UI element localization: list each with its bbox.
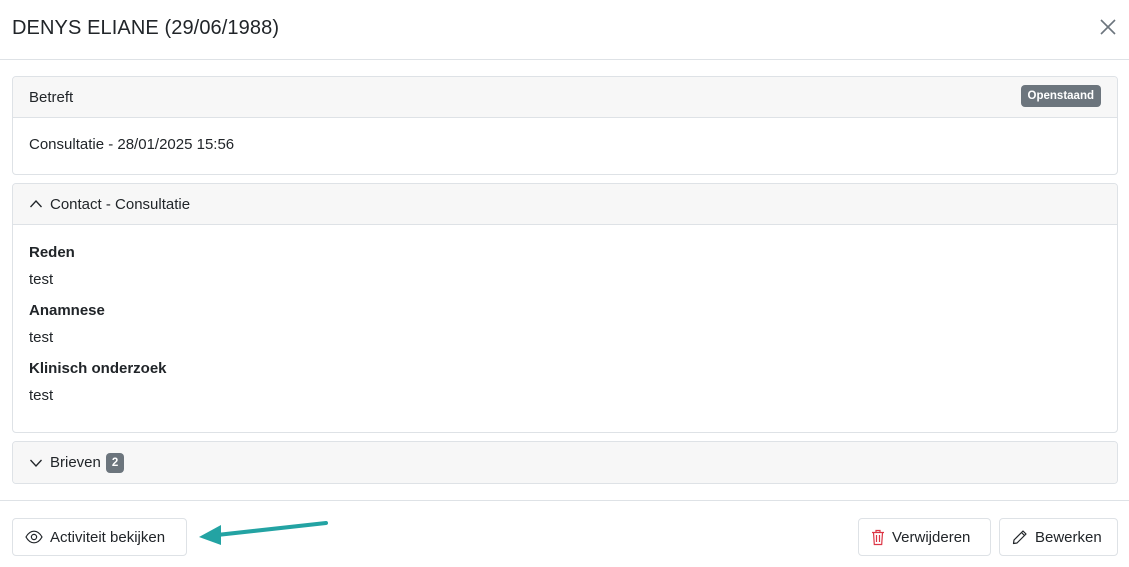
betreft-body: Consultatie - 28/01/2025 15:56 (13, 118, 1117, 169)
contact-header-label: Contact - Consultatie (50, 195, 191, 213)
brieven-header-label: Brieven (50, 454, 101, 471)
edit-label: Bewerken (1035, 528, 1102, 546)
field-label: Reden (29, 244, 75, 261)
betreft-value: Consultatie - 28/01/2025 15:56 (29, 136, 235, 153)
modal-title: DENYS ELIANE (29/06/1988) (12, 17, 280, 39)
pencil-icon (1012, 530, 1027, 545)
field-klinisch-onderzoek: Klinisch onderzoek test (29, 359, 1101, 406)
contact-card: Contact - Consultatie Reden test Anamnes… (12, 183, 1118, 433)
close-button[interactable] (1095, 14, 1121, 40)
edit-button[interactable]: Bewerken (999, 518, 1118, 556)
brieven-header[interactable]: Brieven 2 (13, 442, 1117, 483)
status-badge: Openstaand (1020, 85, 1101, 107)
delete-button[interactable]: Verwijderen (858, 518, 991, 556)
eye-icon (25, 530, 43, 544)
field-label: Anamnese (29, 302, 105, 319)
delete-label: Verwijderen (892, 528, 971, 546)
modal-footer: Activiteit bekijken Verwijderen Bewerken (0, 500, 1129, 567)
field-value: test (29, 329, 54, 346)
view-activity-label: Activiteit bekijken (50, 528, 166, 546)
field-value: test (29, 271, 54, 288)
close-icon (1100, 19, 1116, 35)
betreft-header-label: Betreft (29, 88, 74, 106)
field-value: test (29, 387, 54, 404)
chevron-down-icon (30, 459, 42, 467)
field-label: Klinisch onderzoek (29, 360, 167, 377)
chevron-up-icon (30, 200, 42, 208)
field-anamnese: Anamnese test (29, 301, 1101, 348)
brieven-card: Brieven 2 (12, 441, 1118, 484)
arrow-annotation (199, 521, 328, 545)
contact-body: Reden test Anamnese test Klinisch onderz… (13, 225, 1117, 432)
view-activity-button[interactable]: Activiteit bekijken (12, 518, 187, 556)
field-reden: Reden test (29, 243, 1101, 290)
modal-header: DENYS ELIANE (29/06/1988) (0, 0, 1129, 60)
betreft-header: Betreft Openstaand (13, 77, 1117, 118)
contact-header[interactable]: Contact - Consultatie (13, 184, 1117, 225)
count-badge: 2 (105, 452, 125, 473)
trash-icon (872, 529, 884, 545)
betreft-card: Betreft Openstaand Consultatie - 28/01/2… (12, 76, 1118, 175)
